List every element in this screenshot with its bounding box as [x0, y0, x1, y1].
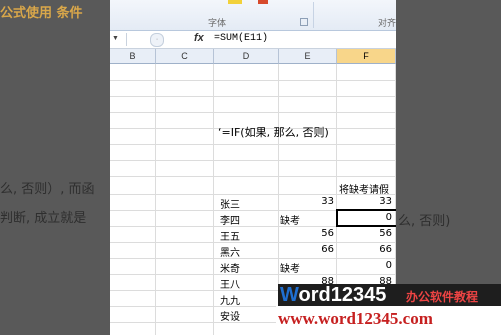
cell-name[interactable]: 安设: [220, 308, 240, 323]
grid-line: [110, 242, 396, 243]
grid-line: [155, 64, 156, 335]
column-header-b[interactable]: B: [110, 49, 156, 64]
cell-score[interactable]: 缺考: [280, 212, 300, 227]
insert-function-icon[interactable]: fx: [194, 32, 204, 44]
ribbon-separator: [313, 2, 314, 28]
color-swatch: [258, 0, 268, 4]
watermark-logo: Word12345: [280, 284, 387, 306]
cell-name[interactable]: 李四: [220, 212, 240, 227]
cell-name[interactable]: 米奇: [220, 260, 240, 275]
cell-result[interactable]: 0: [338, 212, 392, 223]
column-header-e[interactable]: E: [279, 49, 337, 64]
watermark-tagline: 办公软件教程: [406, 290, 479, 304]
grid-line: [110, 80, 396, 81]
cell-formula-note[interactable]: ‘=IF(如果, 那么, 否则): [218, 124, 329, 140]
cell-result[interactable]: 33: [338, 196, 392, 207]
cell-name[interactable]: 王五: [220, 228, 240, 243]
ribbon-group-align-label: 对齐: [378, 18, 396, 28]
grid-line: [110, 96, 396, 97]
background-text-line: 么, 否则): [398, 214, 451, 229]
color-swatch: [228, 0, 242, 4]
ribbon-group-font-label: 字体: [208, 18, 227, 28]
formula-bar-collapse-button[interactable]: ·: [150, 33, 164, 47]
cell-score[interactable]: 56: [280, 228, 334, 239]
grid-line: [110, 258, 396, 259]
cell-score[interactable]: 缺考: [280, 260, 300, 275]
ribbon: 字体 对齐: [110, 0, 396, 31]
cell-name[interactable]: 黑六: [220, 244, 240, 259]
cell-header-text[interactable]: 将缺考请假: [339, 181, 389, 196]
cell-score[interactable]: 66: [280, 244, 334, 255]
grid-line: [110, 274, 396, 275]
column-header-f[interactable]: F: [337, 49, 396, 64]
background-title-text: 公式使用 条件: [0, 6, 83, 21]
divider: [126, 33, 127, 46]
formula-input[interactable]: =SUM(E11): [214, 33, 268, 44]
cell-result[interactable]: 56: [338, 228, 392, 239]
cell-result[interactable]: 0: [338, 260, 392, 271]
cell-result[interactable]: 66: [338, 244, 392, 255]
grid-line: [110, 176, 396, 177]
font-dialog-launcher-icon[interactable]: [300, 18, 308, 26]
formula-bar: ▼ · fx =SUM(E11): [110, 31, 396, 49]
background-text-line: 么, 否则）, 而函: [0, 182, 95, 197]
column-header-d[interactable]: D: [214, 49, 279, 64]
grid-line: [110, 144, 396, 145]
background-text-line: 判断, 成立就是: [0, 211, 87, 226]
grid-line: [213, 64, 214, 335]
grid-line: [110, 112, 396, 113]
name-box-dropdown-icon[interactable]: ▼: [112, 35, 119, 42]
background-left-panel: [0, 0, 110, 335]
watermark-url: www.word12345.com: [278, 309, 433, 328]
cell-name[interactable]: 九九: [220, 292, 240, 307]
cell-name[interactable]: 王八: [220, 276, 240, 291]
column-header-c[interactable]: C: [156, 49, 214, 64]
cell-name[interactable]: 张三: [220, 196, 240, 211]
cell-score[interactable]: 33: [280, 196, 334, 207]
grid-line: [110, 160, 396, 161]
